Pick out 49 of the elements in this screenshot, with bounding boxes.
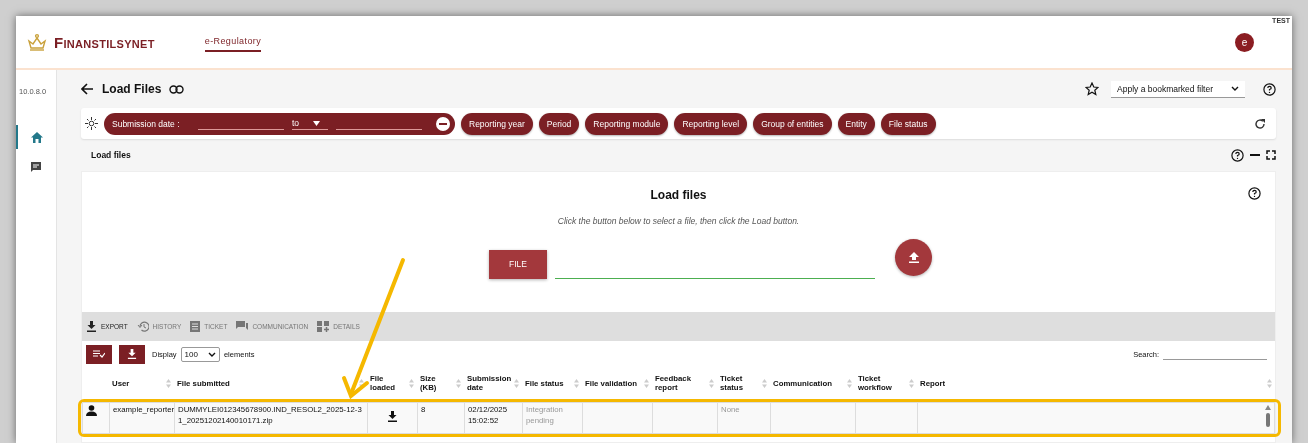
back-arrow-icon[interactable]	[81, 83, 94, 95]
upload-icon	[907, 251, 920, 263]
home-icon	[31, 131, 43, 143]
filter-chip[interactable]: Reporting year	[461, 112, 533, 135]
user-icon	[86, 405, 97, 416]
chevron-down-icon	[207, 351, 216, 357]
filter-chip[interactable]: Entity	[837, 112, 875, 135]
bookmarked-filter-select[interactable]: Apply a bookmarked filter	[1111, 80, 1245, 98]
caret-icon	[313, 120, 321, 126]
crown-logo-icon	[26, 33, 48, 51]
history-icon	[136, 321, 149, 332]
upload-instructions: Click the button below to select a file, then click the Load button.	[556, 216, 801, 226]
filter-chip[interactable]: Group of entities	[753, 112, 832, 135]
document-icon	[190, 321, 201, 332]
star-icon[interactable]	[1085, 82, 1100, 96]
help-icon[interactable]	[1263, 82, 1276, 96]
download-button[interactable]	[119, 344, 145, 364]
page-size-select[interactable]: 100	[180, 346, 220, 362]
nav-tab[interactable]: e-Regulatory	[204, 32, 262, 52]
filter-settings-icon[interactable]	[85, 117, 98, 130]
upload-button[interactable]	[895, 238, 932, 276]
range-select[interactable]: to	[292, 117, 328, 130]
download-icon	[86, 321, 97, 332]
remove-icon[interactable]	[436, 116, 450, 131]
chevron-down-icon	[1231, 86, 1239, 91]
help-icon[interactable]	[1231, 148, 1244, 162]
fullscreen-icon[interactable]	[1266, 150, 1276, 160]
filter-chip[interactable]: Reporting level	[674, 112, 748, 135]
column-select-button[interactable]	[86, 344, 112, 364]
link-icon[interactable]	[169, 84, 185, 94]
filter-chip[interactable]: File status	[880, 112, 936, 135]
section-label: Load files	[91, 150, 131, 160]
file-button[interactable]: FILE	[489, 249, 547, 279]
list-check-icon	[93, 350, 105, 358]
user-avatar[interactable]: e	[1235, 32, 1254, 52]
filter-chip[interactable]: Reporting module	[585, 112, 669, 135]
filter-chip[interactable]: Period	[538, 112, 580, 135]
brand-name: Finanstilsynet	[54, 33, 155, 51]
submission-date-filter[interactable]: Submission date : to	[104, 112, 455, 135]
scrollbar-drawing	[1265, 405, 1271, 427]
grid-icon	[317, 321, 330, 332]
chat-icon	[30, 161, 42, 173]
upload-title: Load files	[650, 188, 707, 202]
download-icon	[127, 349, 137, 359]
refresh-icon[interactable]	[1254, 117, 1266, 130]
download-icon[interactable]	[387, 410, 398, 422]
page-title: Load Files	[102, 82, 162, 96]
help-icon[interactable]	[1248, 187, 1261, 200]
chat-icon	[236, 321, 249, 332]
